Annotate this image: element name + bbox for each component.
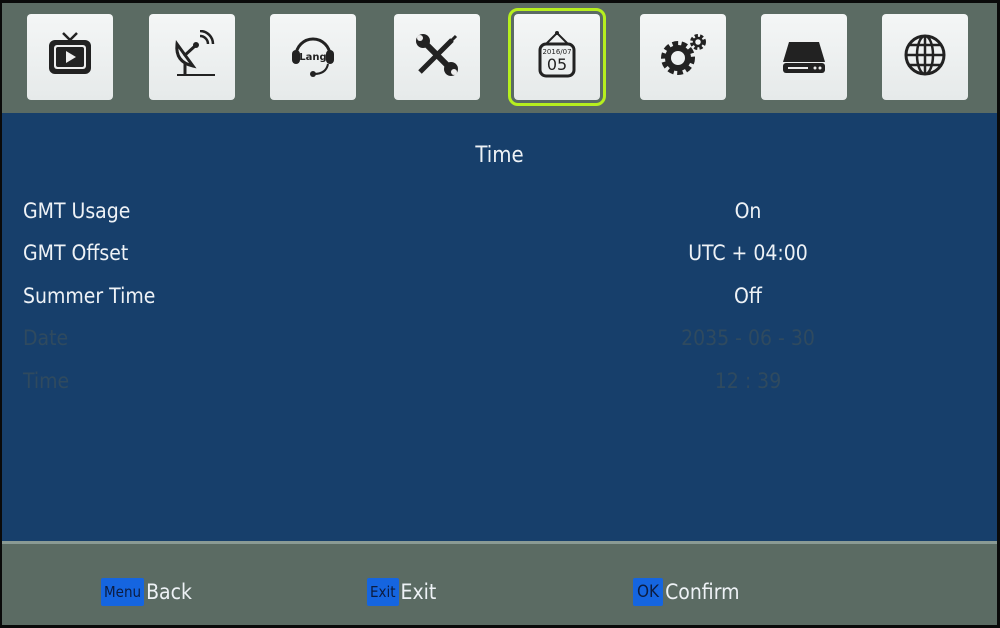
time-settings-panel: Time GMT Usage On GMT Offset UTC + 04:00…	[2, 113, 997, 541]
setting-value[interactable]: Off	[598, 284, 898, 308]
page-title: Time	[475, 143, 524, 168]
setting-label: Date	[23, 326, 69, 350]
screen: Lang 2016/07 05 Time GMT Usage On GMT Off…	[2, 3, 997, 625]
menu-tile-storage[interactable]	[761, 14, 847, 100]
setting-row-date: Date 2035 - 06 - 30	[2, 326, 997, 366]
hint-label: Confirm	[665, 580, 740, 604]
calendar-icon: 2016/0705	[538, 31, 576, 78]
setting-row-summer-time[interactable]: Summer Time Off	[2, 284, 997, 324]
exit-key-badge: Exit	[367, 578, 399, 606]
setting-label: Summer Time	[23, 284, 156, 308]
hint-exit[interactable]: Exit Exit	[367, 578, 436, 606]
menu-tile-language[interactable]: Lang	[270, 14, 356, 100]
setting-value: 12 : 39	[714, 369, 782, 393]
setting-label: Time	[23, 369, 70, 393]
menu-tile-settings[interactable]	[640, 14, 726, 100]
wrench-screwdriver-icon	[416, 34, 458, 76]
setting-value: 2035 - 06 - 30	[681, 326, 815, 350]
headset-lang-icon: Lang	[292, 37, 334, 77]
menu-tile-tools[interactable]	[394, 14, 480, 100]
lang-text: Lang	[299, 52, 326, 63]
menu-tile-satellite[interactable]	[149, 14, 235, 100]
gears-icon	[661, 34, 706, 75]
hint-back[interactable]: Menu Back	[101, 578, 192, 606]
hint-label: Back	[146, 580, 192, 604]
setting-value[interactable]: On	[598, 199, 898, 223]
menu-tile-network[interactable]	[882, 14, 968, 100]
hard-drive-icon	[783, 42, 825, 73]
tv-play-icon	[49, 32, 91, 74]
setting-row-gmt-usage[interactable]: GMT Usage On	[2, 199, 997, 239]
satellite-dish-icon	[175, 30, 215, 76]
menu-tile-time[interactable]: 2016/07 05	[508, 8, 606, 106]
calendar-day-text: 05	[547, 55, 567, 74]
ok-key-badge: OK	[633, 578, 664, 606]
setting-row-gmt-offset[interactable]: GMT Offset UTC + 04:00	[2, 241, 997, 281]
setting-value[interactable]: UTC + 04:00	[598, 241, 898, 265]
hint-label: Exit	[400, 580, 437, 604]
footer-hints: Menu Back Exit Exit OK Confirm	[2, 544, 997, 625]
setting-label: GMT Offset	[23, 241, 129, 265]
setting-label: GMT Usage	[23, 199, 131, 223]
top-menu-bar: Lang 2016/07 05	[2, 3, 997, 113]
hint-confirm[interactable]: OK Confirm	[633, 578, 740, 606]
menu-tile-tv[interactable]	[27, 14, 113, 100]
globe-icon	[904, 34, 946, 76]
setting-row-time: Time 12 : 39	[2, 369, 997, 409]
menu-key-badge: Menu	[101, 578, 145, 606]
